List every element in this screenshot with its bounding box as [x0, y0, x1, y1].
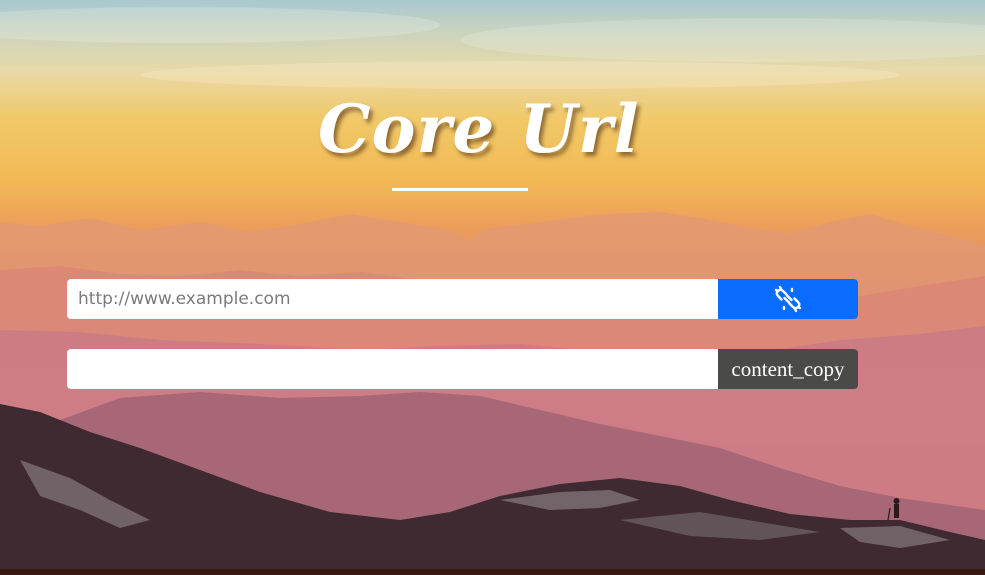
shorten-button[interactable]: [718, 279, 858, 319]
bottom-strip: [0, 569, 985, 575]
short-url-output[interactable]: [67, 349, 718, 389]
copy-button[interactable]: content_copy: [718, 349, 858, 389]
link-off-icon: [774, 285, 802, 313]
copy-button-label: content_copy: [731, 356, 845, 381]
url-input[interactable]: [67, 279, 718, 319]
title-underline: [392, 188, 528, 191]
app-title: Core Url: [318, 90, 640, 168]
page-background: Core Url cont: [0, 0, 985, 575]
shorten-form: [67, 279, 858, 319]
result-form: content_copy: [67, 349, 858, 389]
